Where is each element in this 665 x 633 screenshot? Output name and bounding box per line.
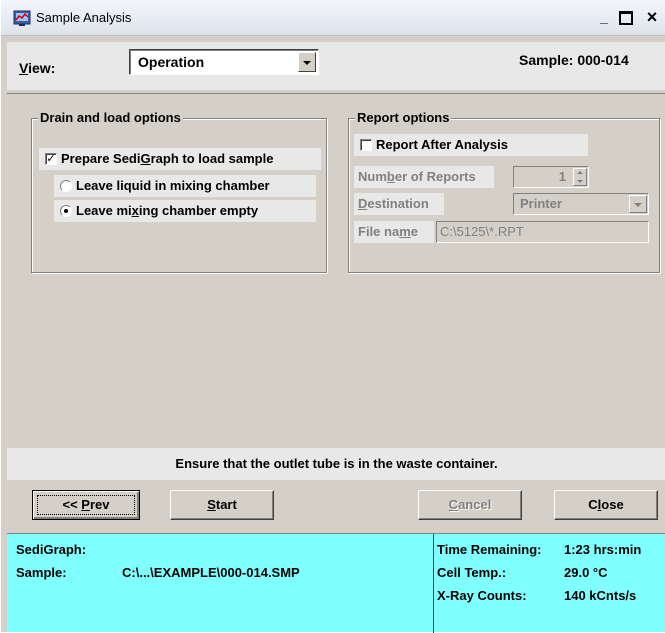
cell-temp-value: 29.0 °C	[564, 565, 608, 580]
leave-empty-post: ing chamber empty	[138, 203, 259, 218]
instruction-message: Ensure that the outlet tube is in the wa…	[175, 456, 498, 471]
file-name-pre: File na	[358, 224, 400, 239]
xray-counts-label: X-Ray Counts:	[437, 588, 527, 603]
prepare-label-acc: G	[140, 151, 151, 166]
report-after-analysis-label: Report After Analysis	[376, 137, 508, 152]
file-name-post: e	[410, 224, 418, 239]
file-name-field: C:\5125\*.RPT	[436, 221, 649, 243]
leave-empty-pre: Leave mi	[76, 203, 132, 218]
prepare-sedigraph-label: Prepare SediGraph to load sample	[61, 151, 273, 166]
leave-empty-radio[interactable]: Leave mixing chamber empty	[54, 200, 316, 222]
destination-dropdown: Printer	[513, 193, 649, 215]
window-title: Sample Analysis	[36, 10, 132, 25]
leave-liquid-label: Leave liquid in mixing chamber	[76, 178, 270, 193]
cell-temp-label: Cell Temp.:	[437, 565, 507, 580]
sample-id-label: Sample: 000-014	[519, 52, 629, 68]
status-sample-label: Sample:	[16, 565, 67, 580]
minimize-button[interactable]: _	[596, 10, 612, 26]
instruction-bar: Ensure that the outlet tube is in the wa…	[7, 448, 665, 480]
status-divider	[433, 534, 434, 633]
chevron-down-icon[interactable]	[298, 52, 316, 72]
cancel-label-post: ancel	[458, 497, 492, 512]
cancel-label-acc: C	[448, 497, 459, 512]
cancel-button[interactable]: Cancel	[418, 490, 522, 520]
close-button[interactable]: Close	[554, 490, 658, 520]
view-label: View:	[19, 60, 55, 76]
focus-rect	[37, 495, 135, 515]
app-icon	[13, 10, 31, 26]
prev-button[interactable]: << Prev	[32, 490, 140, 520]
close-window-button[interactable]: ×	[644, 8, 660, 26]
time-remaining-value: 1:23 hrs:min	[564, 542, 642, 557]
chevron-down-icon	[629, 195, 647, 213]
num-reports-acc: b	[386, 169, 395, 184]
close-label-post: ose	[601, 497, 624, 512]
leave-empty-label: Leave mixing chamber empty	[76, 203, 258, 218]
checkbox-empty-icon	[360, 139, 372, 151]
button-bar: << Prev Start Cancel Close	[7, 480, 665, 532]
radio-off-icon	[60, 180, 72, 192]
drain-load-group-title: Drain and load options	[38, 110, 183, 125]
report-options-group: Report options Report After Analysis Num…	[348, 110, 660, 273]
destination-label: Destination	[354, 193, 444, 215]
view-toolbar: View: Operation Sample: 000-014	[7, 42, 665, 90]
spin-arrows-icon	[573, 168, 587, 186]
report-after-analysis-checkbox[interactable]: Report After Analysis	[354, 134, 588, 156]
status-panel: SediGraph: Sample: C:\...\EXAMPLE\000-01…	[7, 533, 665, 633]
drain-load-group: Drain and load options ✓ Prepare SediGra…	[31, 110, 327, 273]
number-of-reports-spinner: 1	[513, 166, 589, 188]
instrument-label: SediGraph:	[16, 542, 87, 557]
sample-analysis-window: Sample Analysis _ × View: Operation Samp…	[0, 0, 665, 633]
close-label-pre: C	[588, 497, 598, 512]
view-label-accelerator: V	[19, 60, 29, 76]
prepare-label-pre: Prepare Sedi	[61, 151, 141, 166]
view-dropdown[interactable]: Operation	[129, 49, 319, 75]
destination-acc: D	[358, 196, 368, 211]
title-bar[interactable]: Sample Analysis _ ×	[1, 0, 665, 36]
leave-empty-acc: x	[131, 203, 139, 218]
xray-counts-value: 140 kCnts/s	[564, 588, 637, 603]
check-icon: ✓	[45, 153, 57, 165]
number-of-reports-value: 1	[558, 169, 566, 184]
radio-on-icon	[60, 205, 72, 217]
operation-panel: Drain and load options ✓ Prepare SediGra…	[7, 93, 665, 448]
maximize-button[interactable]	[619, 11, 633, 25]
prepare-sedigraph-checkbox[interactable]: ✓ Prepare SediGraph to load sample	[39, 148, 321, 170]
destination-post: estination	[367, 196, 429, 211]
number-of-reports-label: Number of Reports	[354, 166, 494, 188]
start-button[interactable]: Start	[170, 490, 274, 520]
time-remaining-label: Time Remaining:	[437, 542, 542, 557]
report-options-title: Report options	[355, 110, 452, 125]
file-name-value: C:\5125\*.RPT	[440, 224, 524, 239]
start-label-post: tart	[215, 497, 237, 512]
view-dropdown-value: Operation	[138, 54, 205, 70]
view-label-text: iew:	[28, 60, 56, 76]
destination-value: Printer	[520, 196, 562, 211]
num-reports-pre: Num	[358, 169, 387, 184]
file-name-label: File name	[354, 221, 434, 243]
num-reports-post: er of Reports	[394, 169, 476, 184]
prepare-label-post: raph to load sample	[150, 151, 274, 166]
start-label-acc: S	[207, 497, 216, 512]
file-name-acc: m	[399, 224, 411, 239]
status-sample-path: C:\...\EXAMPLE\000-014.SMP	[122, 565, 300, 580]
leave-liquid-radio[interactable]: Leave liquid in mixing chamber	[54, 175, 316, 197]
